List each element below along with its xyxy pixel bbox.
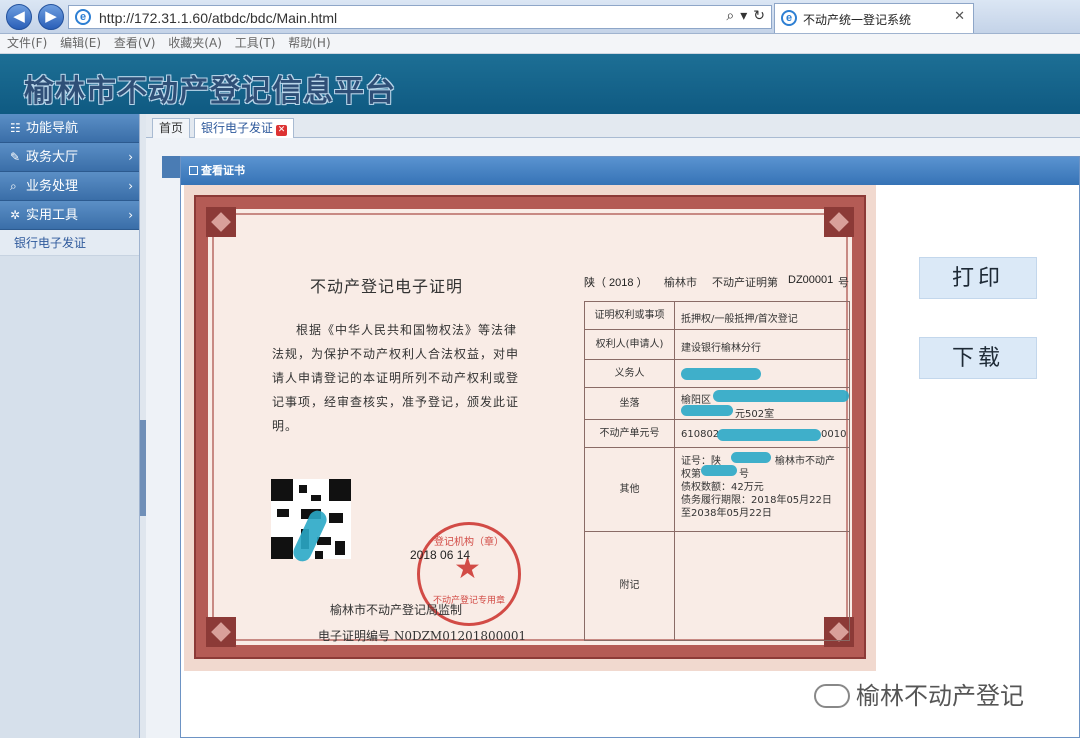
browser-tab[interactable]: e 不动产统一登记系统 ✕ — [774, 3, 974, 33]
view-certificate-dialog: 查看证书 不动产登记电子证明 根据《中华人民共和国物权法》等法律法规，为保护不动… — [180, 156, 1080, 738]
forward-button[interactable]: ▶ — [38, 4, 64, 30]
row-label: 义务人 — [585, 360, 675, 387]
menu-view[interactable]: 查看(V) — [114, 34, 156, 53]
refresh-icon[interactable]: ↻ — [753, 8, 765, 24]
sidebar-item-tools[interactable]: ✲ 实用工具 › — [0, 201, 139, 230]
browser-toolbar: ◀ ▶ e http://172.31.1.60/atbdc/bdc/Main.… — [0, 0, 1080, 34]
certificate-number: 电子证明编号 N0DZM01201800001 — [318, 629, 527, 643]
certificate-table: 证明权利或事项 抵押权/一般抵押/首次登记 权利人(申请人) 建设银行榆林分行 … — [584, 301, 850, 641]
browser-tab-title: 不动产统一登记系统 — [803, 13, 912, 27]
row-value: 榆阳区 — [681, 395, 711, 406]
tab-bank-cert[interactable]: 银行电子发证 ✕ — [194, 118, 295, 138]
row-value: 至2038年05月22日 — [681, 508, 772, 519]
watermark: 榆林不动产登记 — [814, 676, 1024, 711]
row-label: 坐落 — [585, 388, 675, 419]
dialog-header: 查看证书 — [181, 157, 1079, 185]
search-icon: ⌕ — [10, 179, 17, 193]
table-row: 其他 证号：陕 榆林市不动产 权第 号 债权数额：42万元 债务履行期限：201… — [585, 448, 849, 532]
ie-icon: e — [75, 9, 91, 25]
tab-label: 首页 — [159, 121, 184, 135]
window-icon — [189, 166, 198, 175]
chevron-right-icon: › — [128, 208, 133, 222]
download-button[interactable]: 下载 — [919, 337, 1037, 379]
table-row: 附记 — [585, 532, 849, 640]
wechat-logo-icon — [814, 684, 850, 708]
sidebar-item-hall[interactable]: ✎ 政务大厅 › — [0, 143, 139, 172]
chevron-right-icon: › — [128, 179, 133, 193]
menu-favorites[interactable]: 收藏夹(A) — [168, 34, 222, 53]
certificate-title: 不动产登记电子证明 — [310, 277, 464, 296]
qr-code — [271, 479, 351, 565]
chevron-right-icon: › — [128, 150, 133, 164]
tab-label: 银行电子发证 — [201, 121, 274, 135]
app-title: 榆林市不动产登记信息平台 — [24, 74, 396, 109]
cert-header-mid: 不动产证明第 — [712, 276, 778, 289]
menu-edit[interactable]: 编辑(E) — [60, 34, 101, 53]
panel-header-stub — [162, 156, 182, 178]
sidebar-item-label: 政务大厅 — [26, 150, 79, 165]
watermark-text: 榆林不动产登记 — [856, 682, 1024, 710]
dialog-title: 查看证书 — [201, 164, 245, 177]
edit-icon: ✎ — [10, 150, 21, 164]
sidebar-item-business[interactable]: ⌕ 业务处理 › — [0, 172, 139, 201]
back-button[interactable]: ◀ — [6, 4, 32, 30]
menu-bar: 文件(F) 编辑(E) 查看(V) 收藏夹(A) 工具(T) 帮助(H) — [0, 34, 1080, 54]
close-icon[interactable]: ✕ — [276, 125, 288, 136]
certificate-date: 2018 06 14 — [410, 548, 471, 562]
address-bar[interactable]: e http://172.31.1.60/atbdc/bdc/Main.html… — [68, 5, 772, 29]
cert-header-city: 榆林市 — [664, 276, 697, 289]
cert-header-prefix: 陕（ 2018 ） — [584, 277, 648, 289]
cert-header-no: DZ00001 — [788, 274, 834, 286]
ie-icon: e — [781, 10, 797, 26]
print-button[interactable]: 打印 — [919, 257, 1037, 299]
sidebar-item-nav[interactable]: ☷ 功能导航 — [0, 114, 139, 143]
sidebar-subitem-bank-cert[interactable]: 银行电子发证 — [0, 230, 139, 256]
sidebar: ☷ 功能导航 ✎ 政务大厅 › ⌕ 业务处理 › ✲ 实用工具 › 银行电子发证 — [0, 114, 140, 738]
row-value: 抵押权/一般抵押/首次登记 — [681, 314, 798, 325]
row-label: 权利人(申请人) — [585, 330, 675, 359]
cert-header-suffix: 号 — [838, 276, 849, 289]
table-row: 证明权利或事项 抵押权/一般抵押/首次登记 — [585, 302, 849, 330]
table-row: 义务人 — [585, 360, 849, 388]
list-icon: ☷ — [10, 121, 21, 135]
row-value: 建设银行榆林分行 — [681, 343, 761, 354]
content-tabs: 首页 银行电子发证 ✕ — [146, 114, 1080, 138]
dropdown-icon[interactable]: ▾ — [740, 8, 747, 24]
certificate-body: 根据《中华人民共和国物权法》等法律法规，为保护不动产权利人合法权益，对申请人申请… — [272, 323, 520, 433]
url-text[interactable]: http://172.31.1.60/atbdc/bdc/Main.html — [99, 10, 337, 26]
row-value: 元502室 — [735, 409, 775, 420]
row-value: 榆林市不动产 — [775, 456, 835, 467]
app-header: 榆林市不动产登记信息平台 — [0, 54, 1080, 114]
seal-text: 登记机构（章） — [434, 537, 504, 548]
certificate-content: 不动产登记电子证明 根据《中华人民共和国物权法》等法律法规，为保护不动产权利人合… — [214, 215, 850, 643]
supervision-text: 榆林市不动产登记局监制 — [330, 603, 463, 617]
table-row: 权利人(申请人) 建设银行榆林分行 — [585, 330, 849, 360]
row-label: 不动产单元号 — [585, 420, 675, 447]
row-value: 610802 — [681, 429, 720, 440]
row-value: 0010 — [821, 429, 847, 440]
row-label: 证明权利或事项 — [585, 302, 675, 329]
tab-home[interactable]: 首页 — [152, 118, 191, 138]
sidebar-item-label: 业务处理 — [26, 179, 79, 194]
menu-file[interactable]: 文件(F) — [7, 34, 47, 53]
search-icon[interactable]: ⌕ — [726, 8, 734, 24]
close-tab-icon[interactable]: ✕ — [954, 9, 965, 24]
menu-help[interactable]: 帮助(H) — [288, 34, 330, 53]
menu-tools[interactable]: 工具(T) — [235, 34, 276, 53]
row-label: 其他 — [585, 448, 675, 531]
table-row: 坐落 榆阳区 元502室 — [585, 388, 849, 420]
sidebar-item-label: 功能导航 — [26, 121, 79, 136]
row-label: 附记 — [585, 532, 675, 640]
certificate-image: 不动产登记电子证明 根据《中华人民共和国物权法》等法律法规，为保护不动产权利人合… — [184, 185, 876, 671]
gear-icon: ✲ — [10, 208, 21, 222]
sidebar-item-label: 实用工具 — [26, 208, 79, 223]
table-row: 不动产单元号 610802 0010 — [585, 420, 849, 448]
